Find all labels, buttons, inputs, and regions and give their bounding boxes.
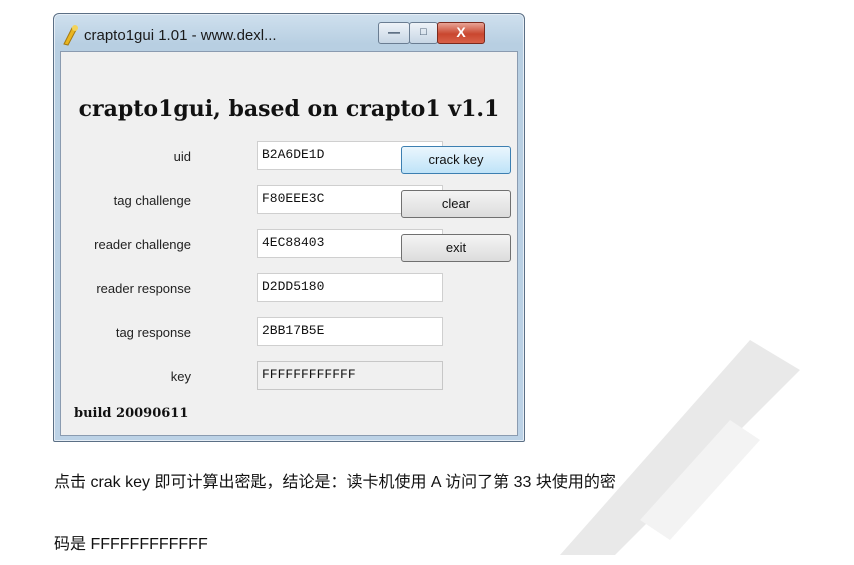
tag-challenge-label: tag challenge — [113, 193, 191, 208]
close-icon: X — [456, 24, 466, 40]
key-field[interactable]: FFFFFFFFFFFF — [257, 361, 443, 390]
title-bar[interactable]: crapto1gui 1.01 - www.dexl... — □ X — [54, 14, 524, 50]
build-label: build 20090611 — [74, 406, 189, 421]
app-window: crapto1gui 1.01 - www.dexl... — □ X crap… — [53, 13, 525, 442]
caption-line-1: 点击 crak key 即可计算出密匙，结论是：读卡机使用 A 访问了第 33 … — [54, 474, 616, 491]
app-icon — [63, 25, 78, 46]
window-title: crapto1gui 1.01 - www.dexl... — [84, 27, 277, 44]
caption-line-2: 码是 FFFFFFFFFFFF — [54, 536, 208, 553]
crack-key-button[interactable]: crack key — [401, 146, 511, 174]
reader-response-label: reader response — [96, 281, 191, 296]
close-button[interactable]: X — [437, 22, 485, 44]
exit-button[interactable]: exit — [401, 234, 511, 262]
clear-button[interactable]: clear — [401, 190, 511, 218]
tag-response-field[interactable]: 2BB17B5E — [257, 317, 443, 346]
minimize-button[interactable]: — — [378, 22, 410, 44]
reader-response-field[interactable]: D2DD5180 — [257, 273, 443, 302]
watermark-logo — [560, 340, 800, 555]
reader-challenge-label: reader challenge — [94, 237, 191, 252]
maximize-icon: □ — [420, 26, 427, 38]
client-area: crapto1gui, based on crapto1 v1.1 uid B2… — [60, 51, 518, 436]
key-label: key — [170, 369, 191, 384]
minimize-icon: — — [388, 25, 400, 39]
tag-response-label: tag response — [115, 325, 191, 340]
uid-label: uid — [173, 149, 191, 164]
maximize-button[interactable]: □ — [409, 22, 438, 44]
app-heading: crapto1gui, based on crapto1 v1.1 — [78, 96, 500, 122]
